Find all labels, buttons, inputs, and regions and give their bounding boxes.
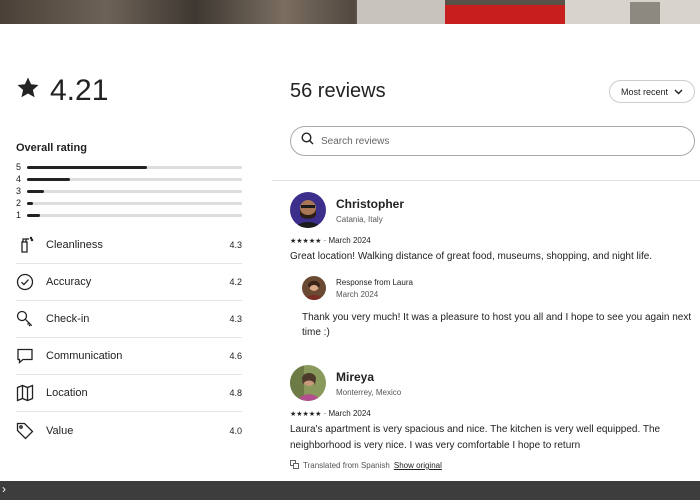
category-ratings: Cleanliness 4.3 Accuracy 4.2 Check-in 4.… bbox=[16, 227, 242, 449]
photo-red-wall bbox=[445, 5, 565, 24]
category-score: 4.8 bbox=[229, 388, 242, 398]
avatar[interactable] bbox=[290, 192, 326, 228]
distribution-row: 2 bbox=[16, 197, 242, 209]
map-icon bbox=[16, 383, 46, 403]
translation-note: Translated from Spanish Show original bbox=[290, 460, 700, 471]
check-circle-icon bbox=[16, 272, 46, 292]
category-name: Communication bbox=[46, 350, 123, 362]
review-header: Christopher Catania, Italy bbox=[290, 192, 700, 228]
distribution-bar-track bbox=[27, 165, 242, 169]
photo-room bbox=[357, 0, 445, 24]
overall-rating-title: Overall rating bbox=[16, 142, 87, 154]
distribution-label: 3 bbox=[16, 186, 22, 196]
review-date: · March 2024 bbox=[323, 236, 371, 245]
distribution-row: 1 bbox=[16, 209, 242, 221]
reviewer-location: Catania, Italy bbox=[336, 214, 383, 224]
category-score: 4.0 bbox=[229, 425, 242, 436]
key-icon bbox=[16, 309, 46, 329]
reviews-count-heading: 56 reviews bbox=[290, 80, 386, 102]
review-item: Mireya Monterrey, Mexico ★★★★★ · March 2… bbox=[290, 365, 700, 471]
review-stars: ★★★★★ bbox=[290, 411, 322, 418]
category-score: 4.2 bbox=[229, 277, 242, 287]
category-name: Accuracy bbox=[46, 276, 92, 288]
category-name: Location bbox=[46, 387, 88, 399]
category-score: 4.3 bbox=[229, 240, 242, 250]
review-header: Mireya Monterrey, Mexico bbox=[290, 365, 700, 401]
translate-icon bbox=[290, 460, 299, 471]
distribution-bar-track bbox=[27, 213, 242, 217]
distribution-bar-fill bbox=[27, 201, 34, 205]
distribution-bar-fill bbox=[27, 189, 45, 193]
rating-value: 4.21 bbox=[50, 74, 109, 107]
show-original-link[interactable]: Show original bbox=[394, 461, 442, 470]
category-accuracy: Accuracy 4.2 bbox=[16, 264, 242, 301]
host-avatar[interactable] bbox=[302, 276, 326, 300]
review-stars: ★★★★★ bbox=[290, 238, 322, 245]
reviewer-name: Mireya bbox=[336, 369, 375, 384]
distribution-label: 4 bbox=[16, 174, 22, 184]
host-response-header: Response from Laura March 2024 bbox=[302, 276, 700, 300]
distribution-bar-fill bbox=[27, 177, 70, 181]
distribution-row: 4 bbox=[16, 173, 242, 185]
star-icon bbox=[16, 76, 40, 106]
distribution-bar-track bbox=[27, 177, 242, 181]
tag-icon bbox=[16, 421, 46, 441]
response-title: Response from Laura bbox=[336, 277, 413, 287]
chevron-right-icon[interactable]: › bbox=[2, 482, 6, 496]
distribution-label: 5 bbox=[16, 162, 22, 172]
avatar[interactable] bbox=[290, 365, 326, 401]
distribution-bar-fill bbox=[27, 213, 40, 217]
review-meta: ★★★★★ · March 2024 bbox=[290, 236, 700, 245]
photo-frame bbox=[630, 2, 660, 24]
listing-photo-strip[interactable] bbox=[0, 0, 700, 24]
response-date: March 2024 bbox=[336, 289, 379, 299]
category-check-in: Check-in 4.3 bbox=[16, 301, 242, 338]
search-input[interactable] bbox=[321, 135, 661, 147]
review-item: Christopher Catania, Italy ★★★★★ · March… bbox=[290, 192, 700, 340]
bottom-bar: › bbox=[0, 481, 700, 500]
review-meta: ★★★★★ · March 2024 bbox=[290, 409, 700, 418]
sort-dropdown[interactable]: Most recent bbox=[609, 80, 695, 103]
category-score: 4.6 bbox=[229, 351, 242, 361]
overall-rating-header: 4.21 bbox=[16, 74, 108, 108]
review-date: · March 2024 bbox=[323, 409, 371, 418]
section-divider bbox=[272, 180, 700, 181]
spray-bottle-icon bbox=[16, 235, 46, 255]
review-text: Laura's apartment is very spacious and n… bbox=[290, 424, 661, 451]
category-cleanliness: Cleanliness 4.3 bbox=[16, 227, 242, 264]
category-name: Value bbox=[46, 424, 74, 437]
category-location: Location 4.8 bbox=[16, 375, 242, 412]
response-text: Thank you very much! It was a pleasure t… bbox=[302, 312, 692, 338]
review-text: Great location! Walking distance of grea… bbox=[290, 251, 653, 262]
distribution-label: 1 bbox=[16, 210, 22, 220]
distribution-bar-fill bbox=[27, 165, 148, 169]
search-reviews-bar[interactable] bbox=[290, 126, 695, 156]
translated-label: Translated from Spanish bbox=[303, 461, 390, 470]
message-icon bbox=[16, 346, 46, 366]
rating-distribution: 5 4 3 2 1 bbox=[16, 161, 242, 221]
photo-patio bbox=[0, 0, 355, 24]
category-communication: Communication 4.6 bbox=[16, 338, 242, 375]
category-score: 4.3 bbox=[229, 314, 242, 324]
reviewer-name: Christopher bbox=[336, 196, 405, 211]
distribution-bar-track bbox=[27, 189, 242, 193]
distribution-label: 2 bbox=[16, 198, 22, 208]
category-name: Cleanliness bbox=[46, 239, 103, 251]
chevron-down-icon bbox=[674, 87, 683, 97]
sort-label: Most recent bbox=[620, 86, 669, 97]
category-value: Value 4.0 bbox=[16, 412, 242, 449]
host-response: Response from Laura March 2024 Thank you… bbox=[302, 276, 700, 340]
distribution-row: 3 bbox=[16, 185, 242, 197]
category-name: Check-in bbox=[46, 313, 90, 325]
reviewer-location: Monterrey, Mexico bbox=[336, 387, 402, 397]
search-icon bbox=[301, 132, 321, 150]
distribution-row: 5 bbox=[16, 161, 242, 173]
distribution-bar-track bbox=[27, 201, 242, 205]
